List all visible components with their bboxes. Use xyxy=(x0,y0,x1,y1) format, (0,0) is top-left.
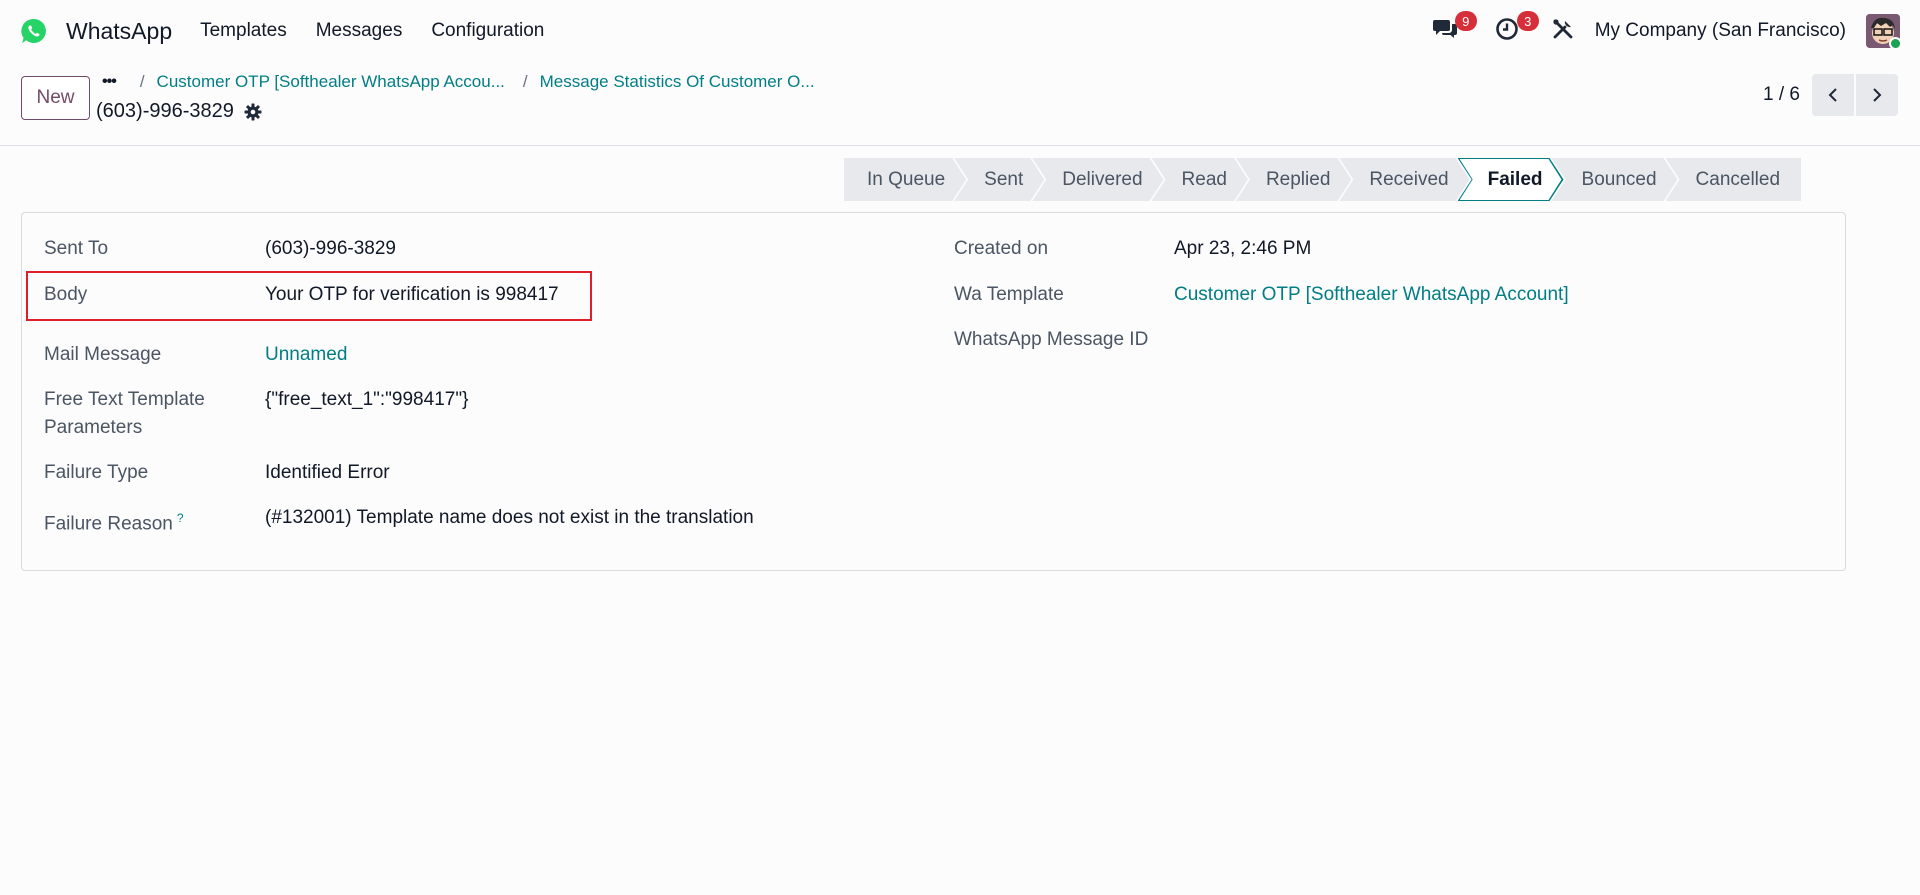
help-tooltip-icon[interactable]: ? xyxy=(177,511,184,525)
gear-icon[interactable] xyxy=(244,103,262,121)
field-value-failure-type[interactable]: Identified Error xyxy=(265,459,390,487)
menu-messages[interactable]: Messages xyxy=(316,20,403,42)
stage-label: In Queue xyxy=(867,168,946,190)
company-switcher[interactable]: My Company (San Francisco) xyxy=(1595,20,1846,42)
new-button[interactable]: New xyxy=(21,76,90,120)
record-title-text: (603)-996-3829 xyxy=(96,100,234,122)
stage-read[interactable]: Read xyxy=(1152,158,1248,201)
field-label-wa-template: Wa Template xyxy=(954,284,1064,305)
field-label-failure-type: Failure Type xyxy=(44,462,149,483)
menu-configuration[interactable]: Configuration xyxy=(431,20,544,42)
activity-menu[interactable]: 3 xyxy=(1491,11,1539,47)
breadcrumb-item-statistics[interactable]: Message Statistics Of Customer O... xyxy=(540,72,815,92)
chevron-left-icon xyxy=(1828,88,1837,102)
messaging-menu[interactable]: 9 xyxy=(1429,11,1477,47)
stage-label: Sent xyxy=(984,168,1024,190)
field-value-sent-to[interactable]: (603)-996-3829 xyxy=(265,235,396,263)
breadcrumb-item-template[interactable]: Customer OTP [Softhealer WhatsApp Accou.… xyxy=(157,72,505,92)
clock-icon xyxy=(1495,17,1519,46)
field-value-body[interactable]: Your OTP for verification is 998417 xyxy=(265,281,559,309)
chevron-right-icon xyxy=(1873,88,1882,102)
field-label-body: Body xyxy=(44,284,88,305)
brand: WhatsApp xyxy=(20,17,200,45)
breadcrumb-separator: / xyxy=(139,72,145,91)
breadcrumb-separator: / xyxy=(522,72,528,91)
stage-label: Failed xyxy=(1487,168,1543,190)
record-title: (603)-996-3829 xyxy=(96,100,262,123)
online-status-dot xyxy=(1889,37,1900,48)
app-name[interactable]: WhatsApp xyxy=(66,18,172,45)
whatsapp-logo-icon[interactable] xyxy=(20,17,48,45)
stage-delivered[interactable]: Delivered xyxy=(1032,158,1163,201)
debug-menu[interactable] xyxy=(1547,15,1579,47)
pager-previous-button[interactable] xyxy=(1812,74,1854,116)
field-value-created-on[interactable]: Apr 23, 2:46 PM xyxy=(1174,235,1311,263)
field-value-wa-template-link[interactable]: Customer OTP [Softhealer WhatsApp Accoun… xyxy=(1174,281,1569,309)
field-value-free-text-params[interactable]: {"free_text_1":"998417"} xyxy=(265,386,468,414)
field-label-failure-reason-text: Failure Reason xyxy=(44,513,173,535)
top-navbar: WhatsApp Templates Messages Configuratio… xyxy=(0,0,1920,62)
stage-label: Cancelled xyxy=(1695,168,1781,190)
breadcrumb: ••• / Customer OTP [Softhealer WhatsApp … xyxy=(102,72,833,92)
field-label-mail-message: Mail Message xyxy=(44,344,162,365)
control-panel: New ••• / Customer OTP [Softhealer Whats… xyxy=(0,62,1920,146)
stage-cancelled[interactable]: Cancelled xyxy=(1665,158,1802,201)
field-label-whatsapp-message-id: WhatsApp Message ID xyxy=(954,329,1149,350)
stage-replied[interactable]: Replied xyxy=(1236,158,1351,201)
stage-bounced[interactable]: Bounced xyxy=(1552,158,1678,201)
field-label-failure-reason: Failure Reason? xyxy=(44,504,184,538)
field-label-sent-to: Sent To xyxy=(44,238,109,259)
chat-bubbles-icon xyxy=(1432,17,1458,46)
field-label-free-text-params-line2: Parameters xyxy=(44,417,143,438)
stage-in-queue[interactable]: In Queue xyxy=(844,158,966,201)
activities-badge: 3 xyxy=(1516,11,1539,31)
pager-value[interactable]: 1 / 6 xyxy=(1763,84,1800,106)
pager: 1 / 6 xyxy=(1763,74,1898,116)
status-bar: In Queue Sent Delivered Read Replied Rec… xyxy=(844,158,1802,201)
field-value-mail-message-link[interactable]: Unnamed xyxy=(265,341,347,369)
messages-badge: 9 xyxy=(1454,11,1477,31)
form-sheet: Sent To (603)-996-3829 Body Your OTP for… xyxy=(21,212,1846,571)
breadcrumb-more-button[interactable]: ••• xyxy=(102,73,117,91)
menu-templates[interactable]: Templates xyxy=(200,20,287,42)
stage-received[interactable]: Received xyxy=(1339,158,1469,201)
field-label-free-text-params-line1: Free Text Template xyxy=(44,389,205,410)
stage-sent[interactable]: Sent xyxy=(954,158,1044,201)
stage-label: Read xyxy=(1181,168,1227,190)
systray: 9 3 My Company (San Francisco) xyxy=(1429,11,1900,48)
stage-failed[interactable]: Failed xyxy=(1458,158,1564,201)
stage-label: Bounced xyxy=(1581,168,1657,190)
field-label-created-on: Created on xyxy=(954,238,1049,259)
field-value-failure-reason[interactable]: (#132001) Template name does not exist i… xyxy=(265,504,754,532)
pager-next-button[interactable] xyxy=(1856,74,1898,116)
stage-label: Received xyxy=(1369,168,1449,190)
stage-label: Delivered xyxy=(1062,168,1143,190)
user-avatar[interactable] xyxy=(1866,14,1900,48)
tools-icon xyxy=(1552,18,1574,45)
stage-label: Replied xyxy=(1265,168,1331,190)
